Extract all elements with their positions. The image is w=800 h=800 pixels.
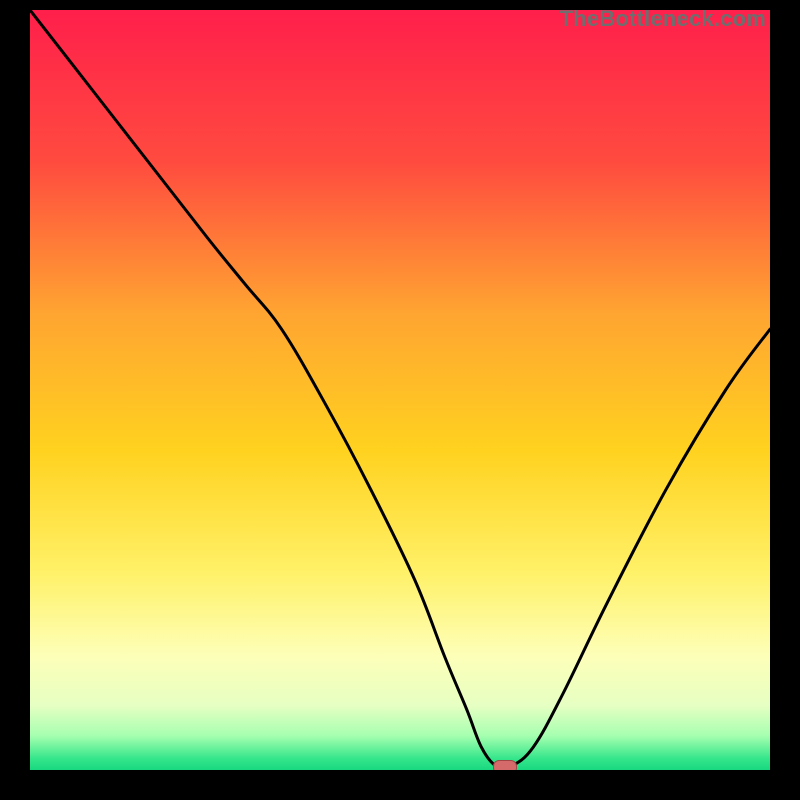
plot-area — [30, 10, 770, 770]
watermark-text: TheBottleneck.com — [560, 6, 766, 32]
bottleneck-curve — [30, 10, 770, 769]
chart-frame: TheBottleneck.com — [0, 0, 800, 800]
optimal-marker — [493, 760, 517, 770]
curve-layer — [30, 10, 770, 770]
